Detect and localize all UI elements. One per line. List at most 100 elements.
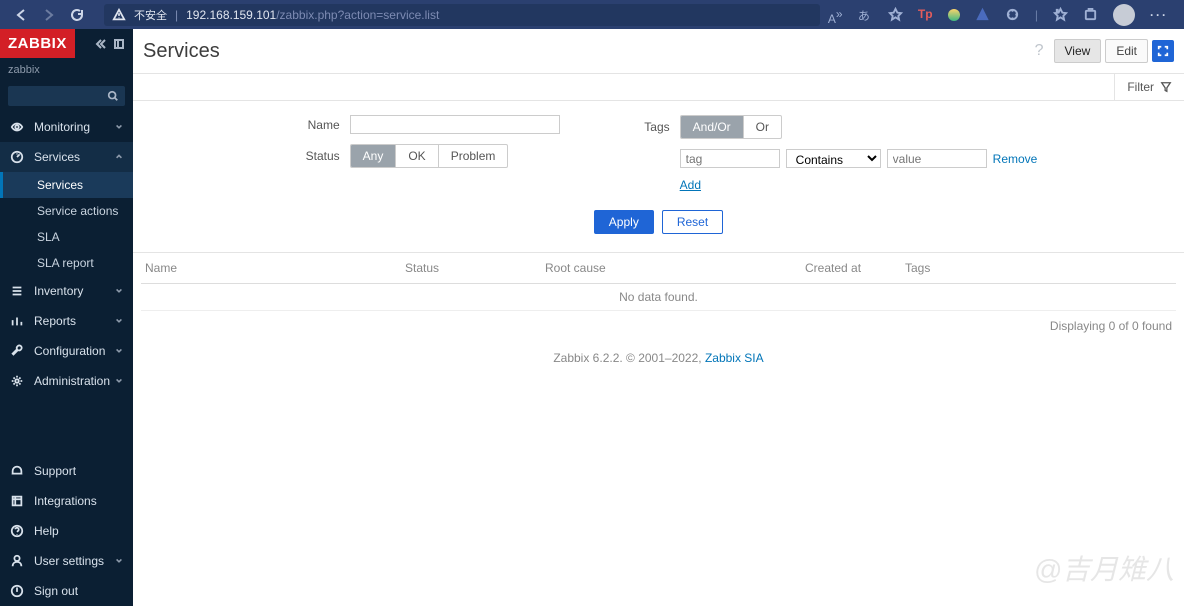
nav-configuration[interactable]: Configuration [0,336,133,366]
subnav-sla[interactable]: SLA [0,224,133,250]
help-hint-icon[interactable]: ? [1035,42,1044,60]
integrations-icon [10,494,24,508]
extensions-icon[interactable] [1005,7,1020,22]
translate-icon[interactable]: あ [858,7,873,22]
status-problem[interactable]: Problem [439,145,508,167]
forward-icon[interactable] [42,8,56,22]
chevron-down-icon [115,123,123,131]
tag-name-input[interactable] [680,149,780,168]
insecure-label: 不安全 [134,7,167,23]
extension-tp-icon[interactable]: Tp [918,7,933,22]
subnav-services[interactable]: Services [0,172,133,198]
chevron-up-icon [115,153,123,161]
tag-operator-select[interactable]: Contains [786,149,881,168]
address-bar[interactable]: 不安全 | 192.168.159.101/zabbix.php?action=… [104,4,820,26]
collapse-sidebar-icon[interactable] [95,38,107,50]
url-text: 192.168.159.101/zabbix.php?action=servic… [186,8,439,22]
col-status[interactable]: Status [405,261,545,275]
chevron-down-icon [115,287,123,295]
nav-label: Monitoring [34,120,90,134]
col-created[interactable]: Created at [805,261,905,275]
eye-icon [10,120,24,134]
list-icon [10,284,24,298]
bar-chart-icon [10,314,24,328]
tag-value-input[interactable] [887,149,987,168]
filter-panel: Name Status Any OK Problem Tags [133,101,1184,253]
chevron-down-icon [115,317,123,325]
popout-icon[interactable] [113,38,125,50]
col-name[interactable]: Name [145,261,405,275]
mode-edit-button[interactable]: Edit [1105,39,1148,63]
help-icon [10,524,24,538]
apply-button[interactable]: Apply [594,210,654,234]
nav-reports[interactable]: Reports [0,306,133,336]
pager-text: Displaying 0 of 0 found [141,311,1176,341]
star-icon[interactable] [888,7,903,22]
nav-administration[interactable]: Administration [0,366,133,396]
col-root-cause[interactable]: Root cause [545,261,805,275]
back-icon[interactable] [14,8,28,22]
status-ok[interactable]: OK [396,145,438,167]
col-tags[interactable]: Tags [905,261,1005,275]
tenant-name[interactable]: zabbix [0,58,133,80]
extension-circle-icon[interactable] [948,9,960,21]
nav-services[interactable]: Services [0,142,133,172]
text-size-icon[interactable]: A» [828,7,843,22]
wrench-icon [10,344,24,358]
collections-icon[interactable] [1083,7,1098,22]
zabbix-logo[interactable]: ZABBIX [0,29,75,58]
gear-icon [10,374,24,388]
fullscreen-button[interactable] [1152,40,1174,62]
no-data-row: No data found. [141,284,1176,311]
status-any[interactable]: Any [351,145,397,167]
name-input[interactable] [350,115,560,134]
profile-avatar[interactable] [1113,4,1135,26]
nav-label: Inventory [34,284,83,298]
subnav-sla-report[interactable]: SLA report [0,250,133,276]
signout-icon [10,584,24,598]
extension-triangle-icon[interactable] [975,7,990,22]
nav-label: Help [34,524,59,538]
chevron-down-icon [115,557,123,565]
sidebar-search[interactable] [8,86,125,106]
nav-inventory[interactable]: Inventory [0,276,133,306]
browser-toolbar-icons: A» あ Tp | ··· [820,4,1176,26]
status-label: Status [280,149,340,163]
nav-user-settings[interactable]: User settings [0,546,133,576]
subnav-service-actions[interactable]: Service actions [0,198,133,224]
nav-help[interactable]: Help [0,516,133,546]
reload-icon[interactable] [70,8,84,22]
tags-or[interactable]: Or [744,116,781,138]
nav-label: Configuration [34,344,105,358]
fullscreen-icon [1157,45,1169,57]
nav-label: Reports [34,314,76,328]
table-header: Name Status Root cause Created at Tags [141,253,1176,284]
nav-label: User settings [34,554,104,568]
filter-label: Filter [1127,80,1154,94]
nav-integrations[interactable]: Integrations [0,486,133,516]
tags-andor[interactable]: And/Or [681,116,744,138]
tag-add-link[interactable]: Add [680,178,701,192]
nav-monitoring[interactable]: Monitoring [0,112,133,142]
nav-label: Sign out [34,584,78,598]
main-content: Services ? View Edit Filter Name [133,29,1184,606]
sidebar: ZABBIX zabbix Monitoring Services Servic… [0,29,133,606]
filter-toggle[interactable]: Filter [1114,74,1184,100]
status-radio-group: Any OK Problem [350,144,509,168]
footer-link[interactable]: Zabbix SIA [705,351,764,365]
favorites-icon[interactable] [1053,7,1068,22]
mode-view-button[interactable]: View [1054,39,1102,63]
chevron-down-icon [115,347,123,355]
services-submenu: Services Service actions SLA SLA report [0,172,133,276]
browser-chrome-bar: 不安全 | 192.168.159.101/zabbix.php?action=… [0,0,1184,29]
footer: Zabbix 6.2.2. © 2001–2022, Zabbix SIA [133,341,1184,375]
tag-remove-link[interactable]: Remove [993,152,1038,166]
reset-button[interactable]: Reset [662,210,723,234]
chevron-down-icon [115,377,123,385]
nav-label: Support [34,464,76,478]
nav-label: Administration [34,374,110,388]
nav-signout[interactable]: Sign out [0,576,133,606]
nav-support[interactable]: Support [0,456,133,486]
user-icon [10,554,24,568]
more-menu-icon[interactable]: ··· [1150,8,1168,22]
